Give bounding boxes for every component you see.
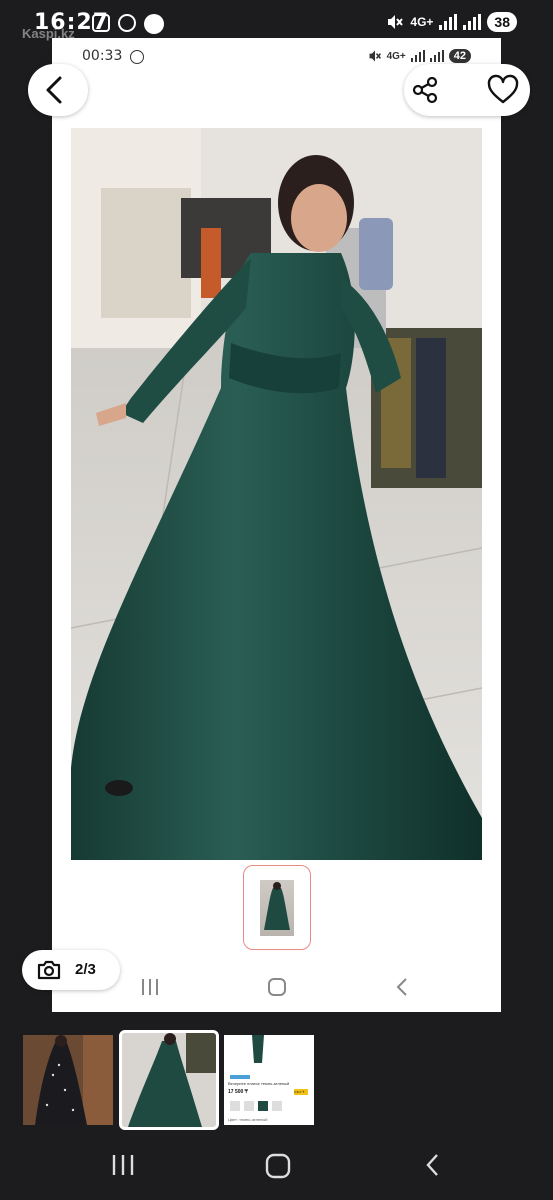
network-type: 4G+ bbox=[410, 15, 434, 29]
inner-battery: 42 bbox=[448, 49, 471, 63]
photo-counter[interactable]: 2/3 bbox=[22, 950, 120, 990]
inner-signal-icon bbox=[410, 50, 425, 62]
thumb3-title: Вечернее платье темно-зеленый bbox=[228, 1081, 290, 1086]
system-navigation-bar bbox=[0, 1140, 553, 1190]
inner-signal-2-icon bbox=[429, 50, 444, 62]
inner-navigation-bar bbox=[52, 970, 501, 1004]
inner-back-icon bbox=[396, 978, 407, 996]
screen: 16:27 Kaspi.kz 4G+ 38 00:33 4G+ 42 2/3 В… bbox=[0, 0, 553, 1200]
app-notification-icon bbox=[144, 14, 164, 34]
battery-indicator: 38 bbox=[487, 12, 517, 32]
phone-in-photo bbox=[359, 218, 393, 290]
thumb3-badge: 4 917 ₸ bbox=[294, 1090, 305, 1094]
action-pill bbox=[404, 64, 530, 116]
photo-thumbnail-selected[interactable] bbox=[243, 865, 311, 950]
camera-icon bbox=[37, 960, 61, 980]
product-photo[interactable] bbox=[71, 128, 482, 860]
gallery-thumb-3[interactable]: Вечернее платье темно-зеленый 17 500 ₸ 4… bbox=[224, 1035, 314, 1125]
screenshot-gallery: Вечернее платье темно-зеленый 17 500 ₸ 4… bbox=[0, 1030, 553, 1130]
back-button[interactable] bbox=[28, 64, 88, 116]
recents-icon[interactable] bbox=[110, 1152, 136, 1178]
signal-1-icon bbox=[439, 14, 458, 30]
inner-whatsapp-icon bbox=[130, 50, 144, 64]
inner-recents-icon bbox=[142, 979, 158, 995]
thumbnail-image bbox=[260, 880, 294, 936]
inner-home-icon bbox=[268, 978, 286, 996]
home-icon[interactable] bbox=[264, 1152, 292, 1180]
inner-network-type: 4G+ bbox=[386, 50, 406, 62]
heart-icon[interactable] bbox=[486, 74, 520, 106]
inner-system-icons: 4G+ 42 bbox=[368, 49, 471, 63]
thumb3-price: 17 500 ₸ bbox=[228, 1089, 248, 1095]
gallery-thumb-1[interactable] bbox=[23, 1035, 113, 1125]
whatsapp-icon bbox=[118, 14, 136, 32]
back-icon[interactable] bbox=[420, 1152, 446, 1178]
inner-mute-icon bbox=[369, 50, 381, 62]
system-icons: 4G+ 38 bbox=[386, 12, 517, 32]
gallery-thumb-2-selected[interactable] bbox=[119, 1030, 219, 1130]
screenshot-icon bbox=[92, 14, 110, 32]
share-icon[interactable] bbox=[410, 75, 440, 105]
signal-2-icon bbox=[463, 14, 482, 30]
back-arrow-icon bbox=[46, 76, 62, 104]
photo-counter-text: 2/3 bbox=[75, 961, 96, 978]
notification-icons bbox=[92, 14, 164, 34]
mute-icon bbox=[388, 15, 404, 29]
product-image bbox=[71, 128, 482, 860]
thumb3-footnote: Цвет: темно-зеленый bbox=[228, 1117, 268, 1122]
inner-status-time: 00:33 bbox=[82, 48, 123, 64]
